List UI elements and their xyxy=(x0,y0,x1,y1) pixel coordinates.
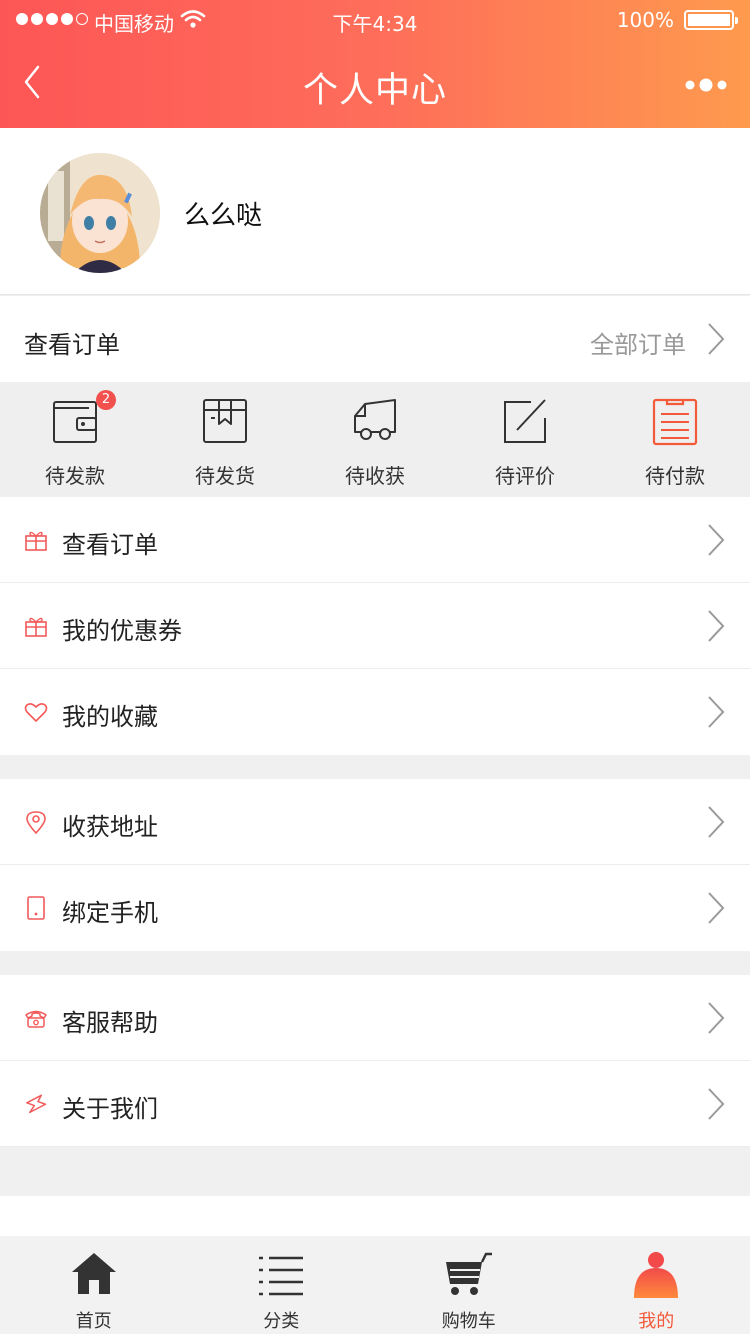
menu-item-support[interactable]: 客服帮助 xyxy=(0,975,750,1061)
menu-item-label: 关于我们 xyxy=(62,1095,158,1123)
order-status-label: 待发货 xyxy=(195,464,255,488)
clipboard-icon xyxy=(652,398,698,446)
chevron-right-icon xyxy=(708,696,725,728)
menu-item-label: 客服帮助 xyxy=(62,1009,158,1037)
chevron-right-icon xyxy=(708,323,725,355)
order-status-to-pay[interactable]: 待付款 xyxy=(600,382,750,497)
menu-item-label: 绑定手机 xyxy=(62,899,158,927)
tab-label: 购物车 xyxy=(441,1311,496,1332)
heart-icon xyxy=(24,703,48,722)
menu-item-label: 我的优惠券 xyxy=(62,617,182,645)
avatar[interactable] xyxy=(40,153,160,273)
edit-icon xyxy=(504,399,546,443)
tab-mine[interactable]: 我的 xyxy=(563,1236,750,1334)
menu-item-bind-phone[interactable]: 绑定手机 xyxy=(0,865,750,951)
user-icon xyxy=(634,1252,679,1298)
battery-icon xyxy=(684,10,738,30)
more-icon[interactable] xyxy=(684,70,730,100)
menu-item-about[interactable]: 关于我们 xyxy=(0,1061,750,1147)
tab-home[interactable]: 首页 xyxy=(0,1236,188,1334)
tab-bar: 首页 分类 购物车 我的 xyxy=(0,1236,750,1334)
home-icon xyxy=(71,1253,116,1294)
orders-title: 查看订单 xyxy=(24,331,120,359)
order-status-bar: 2 待发款 待发货 待收获 待评价 待付款 xyxy=(0,382,750,497)
phone-icon xyxy=(27,896,45,920)
username: 么么哒 xyxy=(184,201,263,231)
battery-percent: 100% xyxy=(616,8,674,32)
order-status-pending-refund[interactable]: 2 待发款 xyxy=(0,382,150,497)
order-badge: 2 xyxy=(96,390,116,410)
profile-card[interactable]: 么么哒 xyxy=(0,128,750,295)
order-status-to-receive[interactable]: 待收获 xyxy=(300,382,450,497)
chevron-right-icon xyxy=(708,1088,725,1120)
chevron-right-icon xyxy=(708,1002,725,1034)
chevron-right-icon xyxy=(708,524,725,556)
order-status-label: 待发款 xyxy=(45,464,105,488)
page-title: 个人中心 xyxy=(302,71,447,111)
chevron-right-icon xyxy=(708,806,725,838)
menu-item-coupons[interactable]: 我的优惠券 xyxy=(0,583,750,669)
cart-icon xyxy=(445,1252,492,1295)
gift-icon xyxy=(25,617,47,637)
delivery-cart-icon xyxy=(354,399,396,440)
chevron-right-icon xyxy=(708,892,725,924)
gift-icon xyxy=(25,531,47,551)
orders-header[interactable]: 查看订单 全部订单 xyxy=(0,296,750,382)
tab-label: 我的 xyxy=(638,1311,675,1332)
menu-item-favorites[interactable]: 我的收藏 xyxy=(0,669,750,755)
order-status-to-review[interactable]: 待评价 xyxy=(450,382,600,497)
wallet-icon xyxy=(53,401,97,443)
divider xyxy=(0,1146,750,1147)
menu-item-view-orders[interactable]: 查看订单 xyxy=(0,497,750,583)
telephone-icon xyxy=(25,1010,47,1028)
package-icon xyxy=(203,399,247,443)
location-pin-icon xyxy=(26,811,46,834)
menu-item-label: 我的收藏 xyxy=(62,703,158,731)
status-bar: 中国移动 下午4:34 100% xyxy=(0,0,750,40)
lightning-icon xyxy=(26,1094,47,1114)
tab-label: 分类 xyxy=(263,1311,300,1332)
header: 中国移动 下午4:34 100% 个人中心 xyxy=(0,0,750,128)
menu-item-label: 收获地址 xyxy=(62,813,158,841)
menu-item-label: 查看订单 xyxy=(62,531,158,559)
order-status-to-ship[interactable]: 待发货 xyxy=(150,382,300,497)
tab-label: 首页 xyxy=(75,1311,112,1332)
list-icon xyxy=(259,1256,304,1296)
order-status-label: 待付款 xyxy=(645,464,705,488)
chevron-right-icon xyxy=(708,610,725,642)
all-orders-link[interactable]: 全部订单 xyxy=(590,325,686,360)
menu-item-address[interactable]: 收获地址 xyxy=(0,779,750,865)
tab-cart[interactable]: 购物车 xyxy=(375,1236,563,1334)
order-status-label: 待收获 xyxy=(345,464,405,488)
empty-section xyxy=(0,1196,750,1236)
tab-category[interactable]: 分类 xyxy=(188,1236,376,1334)
order-status-label: 待评价 xyxy=(495,464,555,488)
